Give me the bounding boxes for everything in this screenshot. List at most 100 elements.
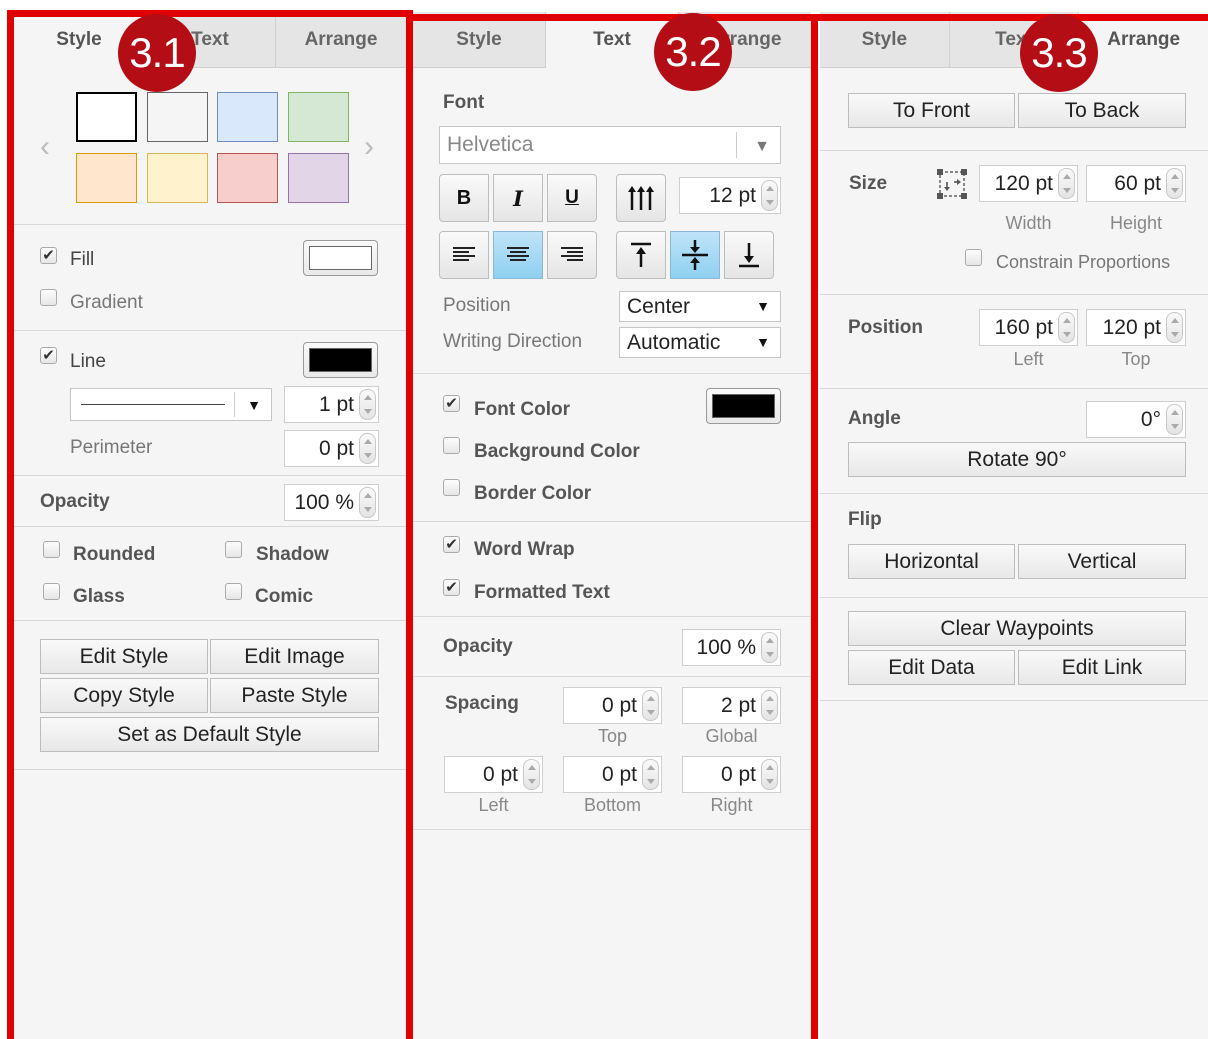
bold-button[interactable]: B: [439, 174, 489, 222]
gradient-checkbox[interactable]: [40, 289, 57, 306]
chevron-right-icon[interactable]: ›: [364, 130, 374, 164]
edit-data-button[interactable]: Edit Data: [848, 650, 1015, 685]
writing-direction-select[interactable]: Automatic ▼: [619, 327, 781, 358]
word-wrap-checkbox[interactable]: ✔: [443, 536, 460, 553]
height-stepper[interactable]: [1166, 168, 1183, 199]
paste-style-button[interactable]: Paste Style: [210, 678, 379, 713]
spacing-top-stepper[interactable]: [642, 690, 659, 721]
top-stepper[interactable]: [1166, 312, 1183, 343]
text-opacity-input[interactable]: 100 %: [682, 629, 781, 666]
formatted-text-checkbox[interactable]: ✔: [443, 579, 460, 596]
shadow-checkbox[interactable]: [225, 541, 242, 558]
flip-vertical-button[interactable]: Vertical: [1018, 544, 1186, 579]
flip-horizontal-button[interactable]: Horizontal: [848, 544, 1015, 579]
font-size-stepper[interactable]: [761, 180, 778, 211]
angle-stepper[interactable]: [1166, 404, 1183, 435]
height-input[interactable]: 60 pt: [1086, 165, 1186, 202]
tab-arrange[interactable]: Arrange: [1079, 12, 1208, 68]
line-color-button[interactable]: [303, 342, 378, 378]
spacing-left-stepper[interactable]: [523, 759, 540, 790]
text-opacity-stepper[interactable]: [761, 632, 778, 663]
align-right-button[interactable]: [547, 231, 597, 279]
spacing-bottom-stepper[interactable]: [642, 759, 659, 790]
chevron-left-icon[interactable]: ‹: [40, 130, 50, 164]
glass-label: Glass: [73, 586, 125, 607]
line-label: Line: [70, 351, 106, 372]
comic-checkbox[interactable]: [225, 583, 242, 600]
font-color-button[interactable]: [706, 388, 781, 424]
spacing-top-input[interactable]: 0 pt: [563, 687, 662, 724]
border-color-checkbox[interactable]: [443, 479, 460, 496]
spacing-bottom-input[interactable]: 0 pt: [563, 756, 662, 793]
constrain-proportions-checkbox[interactable]: [965, 249, 982, 266]
to-back-button[interactable]: To Back: [1018, 93, 1186, 128]
font-size-input[interactable]: 12 pt: [679, 177, 781, 214]
font-family-select[interactable]: Helvetica ▼: [439, 126, 781, 164]
spacing-bottom-caption: Bottom: [583, 795, 642, 815]
font-color-checkbox[interactable]: ✔: [443, 395, 460, 412]
spacing-right-input[interactable]: 0 pt: [682, 756, 781, 793]
edit-style-button[interactable]: Edit Style: [40, 639, 208, 674]
perimeter-stepper[interactable]: [359, 433, 376, 464]
align-bottom-button[interactable]: [724, 231, 774, 279]
to-front-button[interactable]: To Front: [848, 93, 1015, 128]
perimeter-input[interactable]: 0 pt: [284, 430, 379, 467]
formatted-text-label: Formatted Text: [474, 582, 610, 603]
align-middle-button[interactable]: [670, 231, 720, 279]
text-position-select[interactable]: Center ▼: [619, 291, 781, 322]
tab-style[interactable]: Style: [820, 12, 950, 68]
align-center-button[interactable]: [493, 231, 543, 279]
color-swatch[interactable]: [288, 153, 349, 203]
writing-direction-label: Writing Direction: [443, 331, 583, 352]
text-spacing-button[interactable]: [616, 174, 666, 222]
glass-checkbox[interactable]: [43, 583, 60, 600]
color-swatch[interactable]: [217, 153, 278, 203]
underline-button[interactable]: U: [547, 174, 597, 222]
autosize-icon[interactable]: [936, 168, 968, 200]
edit-image-button[interactable]: Edit Image: [210, 639, 379, 674]
width-input[interactable]: 120 pt: [979, 165, 1078, 202]
top-input[interactable]: 120 pt: [1086, 309, 1186, 346]
fill-color-button[interactable]: [303, 240, 378, 276]
left-stepper[interactable]: [1058, 312, 1075, 343]
fill-checkbox[interactable]: ✔: [40, 247, 57, 264]
font-color-label: Font Color: [474, 399, 571, 420]
rounded-checkbox[interactable]: [43, 541, 60, 558]
spacing-global-stepper[interactable]: [761, 690, 778, 721]
align-top-button[interactable]: [616, 231, 666, 279]
color-swatch[interactable]: [147, 153, 208, 203]
width-stepper[interactable]: [1058, 168, 1075, 199]
align-top-icon: [631, 242, 651, 267]
left-input[interactable]: 160 pt: [979, 309, 1078, 346]
clear-waypoints-button[interactable]: Clear Waypoints: [848, 611, 1186, 646]
copy-style-button[interactable]: Copy Style: [40, 678, 208, 713]
rotate-90-button[interactable]: Rotate 90°: [848, 442, 1186, 477]
tab-bar: Style Text Arrange: [413, 12, 811, 68]
select-divider: [736, 132, 737, 158]
set-default-style-button[interactable]: Set as Default Style: [40, 717, 379, 752]
italic-button[interactable]: I: [493, 174, 543, 222]
align-left-icon: [453, 247, 475, 261]
chevron-down-icon: ▼: [247, 397, 261, 413]
color-swatch[interactable]: [147, 92, 208, 142]
line-checkbox[interactable]: ✔: [40, 347, 57, 364]
align-left-button[interactable]: [439, 231, 489, 279]
color-swatch[interactable]: [76, 153, 137, 203]
color-swatch[interactable]: [217, 92, 278, 142]
color-swatch[interactable]: [288, 92, 349, 142]
opacity-stepper[interactable]: [359, 487, 376, 518]
line-style-select[interactable]: ▼: [70, 388, 272, 421]
line-width-stepper[interactable]: [359, 389, 376, 420]
angle-input[interactable]: 0°: [1086, 401, 1186, 438]
color-swatch[interactable]: [76, 92, 137, 142]
spacing-right-stepper[interactable]: [761, 759, 778, 790]
tab-arrange[interactable]: Arrange: [276, 12, 406, 68]
line-width-input[interactable]: 1 pt: [284, 386, 379, 423]
spacing-global-input[interactable]: 2 pt: [682, 687, 781, 724]
tab-style[interactable]: Style: [413, 12, 546, 68]
opacity-input[interactable]: 100 %: [284, 484, 379, 521]
background-color-checkbox[interactable]: [443, 437, 460, 454]
spacing-left-input[interactable]: 0 pt: [444, 756, 543, 793]
edit-link-button[interactable]: Edit Link: [1018, 650, 1186, 685]
spacing-label: Spacing: [445, 693, 519, 714]
